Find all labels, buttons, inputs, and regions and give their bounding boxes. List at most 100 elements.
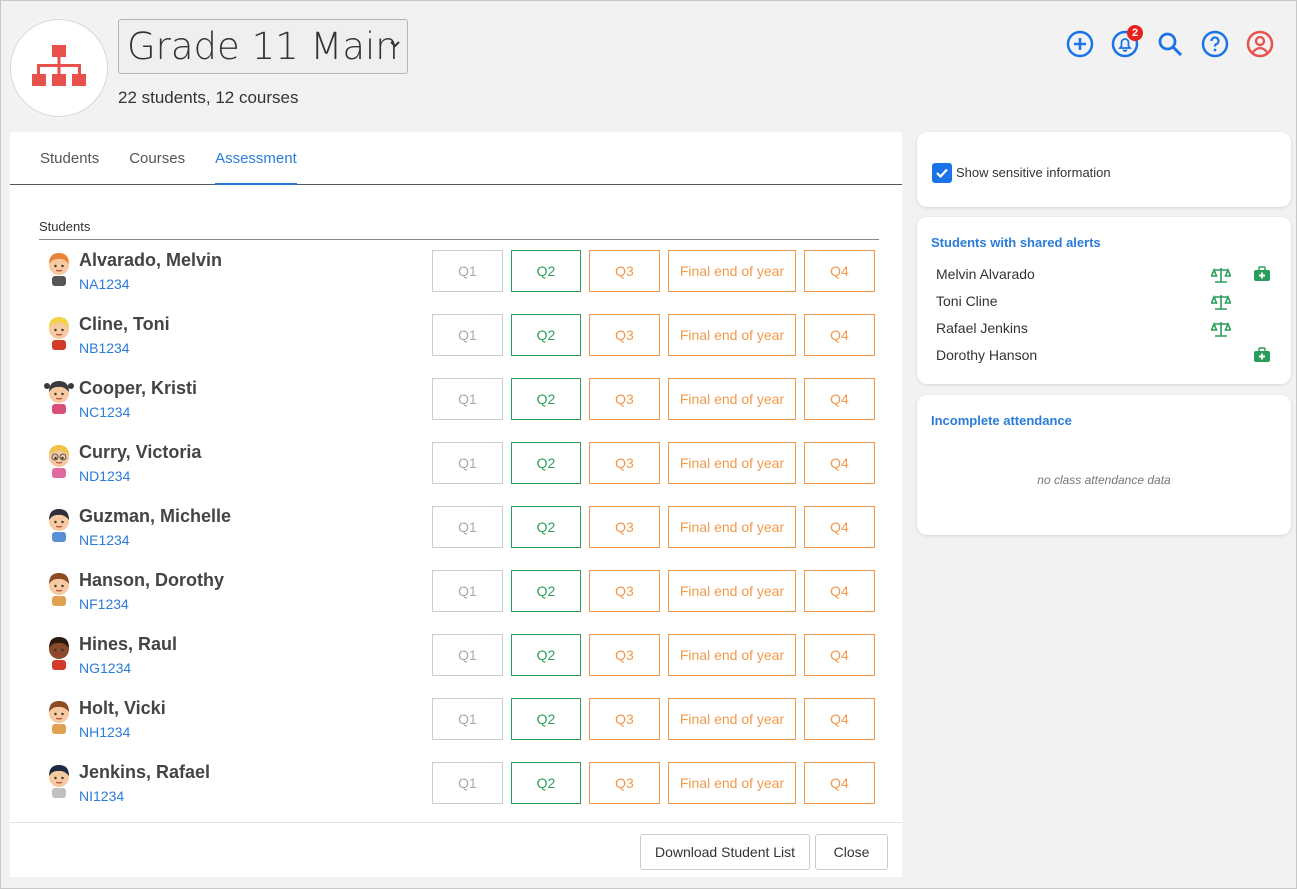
student-id-link[interactable]: NE1234 [79, 532, 130, 548]
student-row: Hanson, Dorothy NF1234 Q1 Q2 Q3 Final end of … [39, 560, 879, 624]
student-id-link[interactable]: NG1234 [79, 660, 131, 676]
q3-button[interactable]: Q3 [589, 378, 660, 420]
show-sensitive-checkbox[interactable] [932, 163, 952, 183]
final-end-of-year-button[interactable]: Final end of year [668, 762, 796, 804]
q1-button[interactable]: Q1 [432, 698, 503, 740]
scales-icon[interactable] [1210, 320, 1232, 341]
attendance-title: Incomplete attendance [931, 413, 1072, 428]
scales-icon[interactable] [1210, 266, 1232, 287]
q3-button[interactable]: Q3 [589, 698, 660, 740]
q1-button[interactable]: Q1 [432, 314, 503, 356]
download-student-list-button[interactable]: Download Student List [640, 834, 810, 870]
alert-student-name: Dorothy Hanson [936, 347, 1038, 363]
student-name: Guzman, Michelle [79, 506, 232, 526]
class-selector[interactable]: Grade 11 Main [118, 19, 408, 74]
student-id-link[interactable]: NB1234 [79, 340, 130, 356]
sensitive-info-panel: Show sensitive information [917, 132, 1291, 207]
alert-student-row[interactable]: Melvin Alvarado [936, 266, 1276, 286]
student-avatar [44, 698, 74, 734]
q4-button[interactable]: Q4 [804, 570, 875, 612]
final-end-of-year-button[interactable]: Final end of year [668, 250, 796, 292]
final-end-of-year-button[interactable]: Final end of year [668, 314, 796, 356]
final-end-of-year-button[interactable]: Final end of year [668, 634, 796, 676]
search-icon[interactable] [1156, 29, 1184, 59]
medical-kit-icon[interactable] [1253, 266, 1271, 285]
q2-button[interactable]: Q2 [511, 442, 581, 484]
q2-button[interactable]: Q2 [511, 506, 581, 548]
close-button[interactable]: Close [815, 834, 888, 870]
attendance-panel: Incomplete attendance no class attendanc… [917, 395, 1291, 535]
q2-button[interactable]: Q2 [511, 250, 581, 292]
student-list: Alvarado, Melvin NA1234 Q1 Q2 Q3 Final end of… [39, 240, 879, 816]
shared-alerts-title: Students with shared alerts [931, 235, 1101, 250]
final-end-of-year-button[interactable]: Final end of year [668, 570, 796, 612]
q3-button[interactable]: Q3 [589, 442, 660, 484]
q4-button[interactable]: Q4 [804, 634, 875, 676]
q2-button[interactable]: Q2 [511, 698, 581, 740]
q1-button[interactable]: Q1 [432, 378, 503, 420]
q4-button[interactable]: Q4 [804, 506, 875, 548]
student-id-link[interactable]: NI1234 [79, 788, 124, 804]
student-id-link[interactable]: NA1234 [79, 276, 130, 292]
student-id-link[interactable]: NC1234 [79, 404, 130, 420]
add-icon[interactable] [1066, 29, 1094, 59]
alert-student-row[interactable]: Toni Cline [936, 293, 1276, 313]
checkmark-icon [936, 168, 948, 179]
q2-button[interactable]: Q2 [511, 762, 581, 804]
q4-button[interactable]: Q4 [804, 762, 875, 804]
final-end-of-year-button[interactable]: Final end of year [668, 442, 796, 484]
student-avatar [44, 570, 74, 606]
alert-student-name: Rafael Jenkins [936, 320, 1028, 336]
q1-button[interactable]: Q1 [432, 506, 503, 548]
help-icon[interactable] [1201, 29, 1229, 59]
student-name: Alvarado, Melvin [79, 250, 223, 270]
alert-student-name: Toni Cline [936, 293, 998, 309]
q2-button[interactable]: Q2 [511, 634, 581, 676]
q4-button[interactable]: Q4 [804, 250, 875, 292]
final-end-of-year-button[interactable]: Final end of year [668, 506, 796, 548]
tab-students[interactable]: Students [40, 132, 99, 185]
q1-button[interactable]: Q1 [432, 570, 503, 612]
alert-student-row[interactable]: Dorothy Hanson [936, 347, 1276, 367]
q3-button[interactable]: Q3 [589, 250, 660, 292]
student-id-link[interactable]: NF1234 [79, 596, 129, 612]
student-name: Hanson, Dorothy [79, 570, 225, 590]
student-avatar [44, 506, 74, 542]
notifications-icon[interactable]: 2 [1111, 25, 1143, 59]
assessment-panel: Students Courses Assessment Students Alv… [10, 132, 902, 877]
scales-icon[interactable] [1210, 293, 1232, 314]
student-row: Curry, Victoria ND1234 Q1 Q2 Q3 Final end of … [39, 432, 879, 496]
org-chart-icon [32, 45, 86, 86]
q4-button[interactable]: Q4 [804, 314, 875, 356]
alert-student-row[interactable]: Rafael Jenkins [936, 320, 1276, 340]
class-name: Grade 11 Main [127, 25, 399, 68]
q1-button[interactable]: Q1 [432, 634, 503, 676]
tab-assessment[interactable]: Assessment [215, 132, 297, 185]
medical-kit-icon[interactable] [1253, 347, 1271, 366]
user-account-icon[interactable] [1246, 29, 1274, 59]
q3-button[interactable]: Q3 [589, 506, 660, 548]
student-id-link[interactable]: ND1234 [79, 468, 130, 484]
q2-button[interactable]: Q2 [511, 570, 581, 612]
q1-button[interactable]: Q1 [432, 442, 503, 484]
final-end-of-year-button[interactable]: Final end of year [668, 698, 796, 740]
tab-courses[interactable]: Courses [129, 132, 185, 185]
q3-button[interactable]: Q3 [589, 634, 660, 676]
q4-button[interactable]: Q4 [804, 442, 875, 484]
q3-button[interactable]: Q3 [589, 762, 660, 804]
attendance-empty-message: no class attendance data [1037, 473, 1171, 487]
final-end-of-year-button[interactable]: Final end of year [668, 378, 796, 420]
q4-button[interactable]: Q4 [804, 378, 875, 420]
chevron-down-icon [390, 41, 400, 48]
q4-button[interactable]: Q4 [804, 698, 875, 740]
q1-button[interactable]: Q1 [432, 250, 503, 292]
q1-button[interactable]: Q1 [432, 762, 503, 804]
q2-button[interactable]: Q2 [511, 378, 581, 420]
q3-button[interactable]: Q3 [589, 314, 660, 356]
tab-bar: Students Courses Assessment [10, 132, 902, 185]
student-id-link[interactable]: NH1234 [79, 724, 130, 740]
q2-button[interactable]: Q2 [511, 314, 581, 356]
q3-button[interactable]: Q3 [589, 570, 660, 612]
student-row: Jenkins, Rafael NI1234 Q1 Q2 Q3 Final end of … [39, 752, 879, 816]
student-avatar [44, 442, 74, 478]
